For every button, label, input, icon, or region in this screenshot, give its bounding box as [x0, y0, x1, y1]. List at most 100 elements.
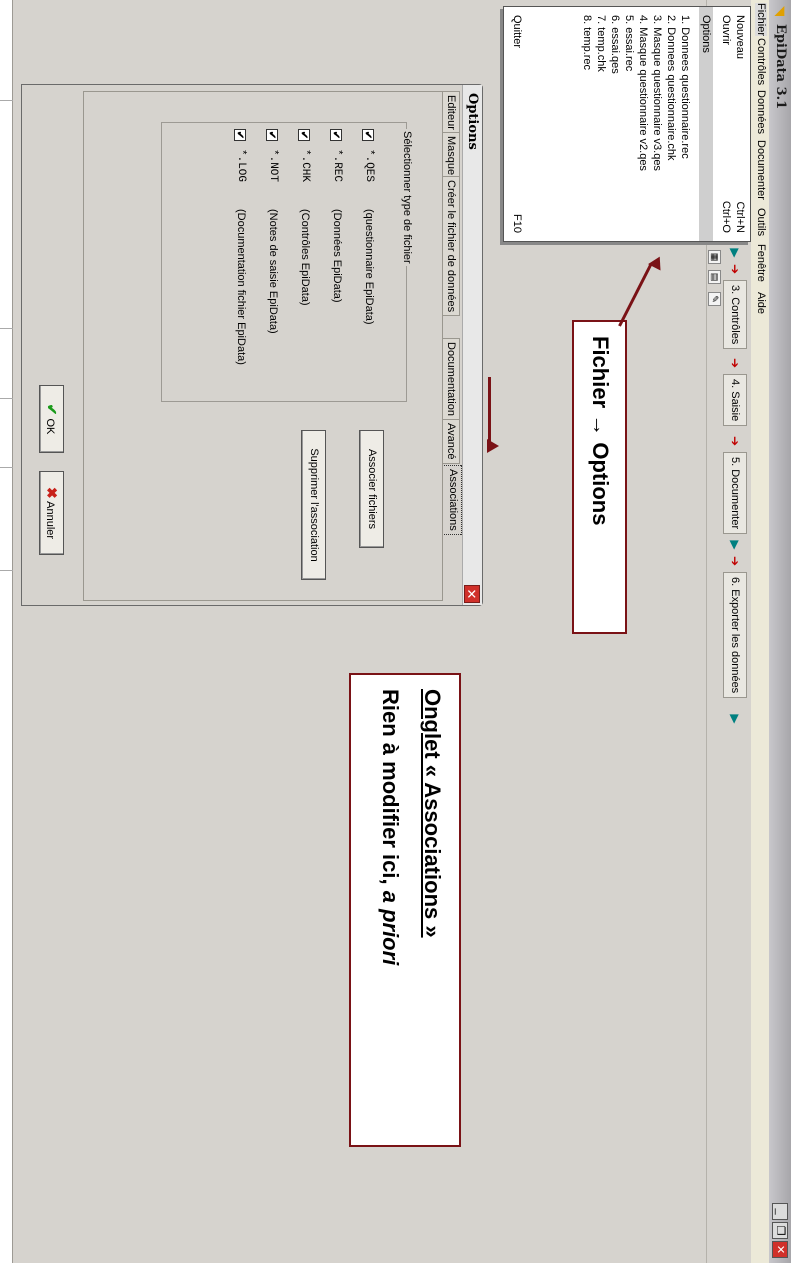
note-text: Rien à modifier ici, a priori: [377, 689, 403, 965]
teal-arrow-icon: ▶: [728, 540, 742, 550]
file-ext-label: *.LOG: [235, 149, 247, 183]
file-menu-dropdown: Nouveau Ctrl+N Ouvrir Ctrl+O Options 1. …: [503, 6, 751, 242]
menu-item-label: Quitter: [511, 15, 523, 49]
file-type-desc: (Documentation fichier EpiData): [235, 209, 247, 365]
dialog-title: Options: [465, 93, 480, 150]
strip-divider: [0, 398, 13, 399]
step-saisie-button[interactable]: 4. Saisie: [723, 374, 747, 427]
menu-item-shortcut: Ctrl+O: [720, 200, 732, 233]
note-heading: Onglet « Associations »: [420, 689, 445, 938]
options-dialog: Options ✕ Editeur Masque Créer le fichie…: [21, 84, 483, 606]
edit-icon[interactable]: ✎: [708, 292, 721, 306]
menu-item-label: Ouvrir: [720, 15, 732, 45]
not-checkbox[interactable]: ✔: [266, 129, 278, 141]
recent-file-item[interactable]: 6. essai.qes: [608, 7, 622, 241]
note-plain: Rien à modifier ici,: [378, 689, 403, 891]
red-arrow-icon: ➔: [728, 357, 742, 369]
file-ext-label: *.NOT: [267, 149, 279, 183]
file-ext-label: *.CHK: [299, 149, 311, 183]
menu-item-nouveau[interactable]: Nouveau Ctrl+N: [733, 7, 747, 241]
recent-file-item[interactable]: 2. Donnees questionnaire.chk: [664, 7, 678, 241]
grid-icon[interactable]: ▦: [708, 250, 721, 264]
tab-associations[interactable]: Associations: [442, 465, 462, 535]
menu-path-text: Fichier → Options: [588, 336, 613, 526]
menu-item-shortcut: F10: [511, 214, 523, 233]
dialog-title-bar: Options ✕: [462, 85, 482, 605]
menu-item-options[interactable]: Options: [699, 7, 713, 241]
recent-file-item[interactable]: 3. Masque questionnaire v3.qes: [650, 7, 664, 241]
menu-outils[interactable]: Outils: [755, 208, 767, 236]
recent-file-item[interactable]: 1. Donnees questionnaire.rec: [678, 7, 692, 241]
dialog-close-button[interactable]: ✕: [464, 585, 480, 603]
remove-association-button[interactable]: Supprimer l'association: [301, 430, 326, 580]
menu-controles[interactable]: Contrôles: [755, 38, 767, 85]
log-checkbox[interactable]: ✔: [234, 129, 246, 141]
document-icon[interactable]: ▤: [708, 270, 721, 284]
red-arrow-icon: ➔: [728, 555, 742, 567]
cancel-button[interactable]: ✖ Annuler: [39, 471, 64, 555]
strip-divider: [0, 570, 13, 571]
app-logo-icon: ◥: [773, 6, 788, 16]
menu-item-label: Nouveau: [734, 15, 746, 60]
strip-divider: [0, 100, 13, 101]
file-ext-label: *.QES: [363, 149, 375, 183]
step-exporter-button[interactable]: 6. Exporter les données: [723, 572, 747, 699]
teal-arrow-icon: ▶: [728, 248, 742, 258]
app-title-bar: ◥ EpiData 3.1 _ ❐ ✕: [769, 0, 791, 1263]
tab-masque[interactable]: Masque: [443, 132, 460, 180]
file-type-desc: (questionnaire EpiData): [363, 209, 375, 325]
red-arrow-icon: ➔: [728, 435, 742, 447]
arrow-line: [618, 262, 653, 327]
red-arrow-icon: ➔: [728, 263, 742, 275]
minimize-button[interactable]: _: [772, 1203, 788, 1220]
file-type-desc: (Données EpiData): [331, 209, 343, 303]
strip-divider: [0, 467, 13, 468]
step-documenter-button[interactable]: 5. Documenter: [723, 452, 747, 535]
recent-file-item[interactable]: 4. Masque questionnaire v2.qes: [636, 7, 650, 241]
ok-button-label: OK: [44, 418, 56, 435]
restore-button[interactable]: ❐: [772, 1222, 788, 1239]
menu-item-quitter[interactable]: Quitter F10: [510, 7, 524, 241]
file-ext-label: *.REC: [331, 149, 343, 183]
file-type-group: Sélectionner type de fichier ✔ *.QES (qu…: [161, 122, 413, 402]
menu-aide[interactable]: Aide: [755, 292, 767, 314]
menu-fichier[interactable]: Fichier: [755, 3, 767, 37]
recent-file-item[interactable]: 7. temp.chk: [594, 7, 608, 241]
menu-documenter[interactable]: Documenter: [755, 140, 767, 200]
tab-creer-fichier[interactable]: Créer le fichier de données: [443, 176, 460, 317]
cross-icon: ✖: [44, 486, 60, 499]
arrow-head-icon: [487, 439, 499, 453]
menu-path-annotation: Fichier → Options: [572, 320, 627, 634]
menu-donnees[interactable]: Données: [755, 90, 767, 134]
associations-panel: Sélectionner type de fichier ✔ *.QES (qu…: [83, 91, 443, 601]
recent-file-item[interactable]: 8. temp.rec: [580, 7, 594, 241]
ok-button[interactable]: ✔ OK: [39, 385, 64, 453]
app-title: EpiData 3.1: [773, 24, 788, 110]
tab-documentation[interactable]: Documentation: [443, 338, 460, 420]
teal-arrow-icon: ▶: [728, 714, 742, 724]
menu-fenetre[interactable]: Fenêtre: [755, 244, 767, 282]
cancel-button-label: Annuler: [44, 501, 56, 540]
recent-file-item[interactable]: 5. essai.rec: [622, 7, 636, 241]
step-controles-button[interactable]: 3. Contrôles: [723, 280, 747, 350]
rec-checkbox[interactable]: ✔: [330, 129, 342, 141]
check-icon: ✔: [44, 403, 60, 416]
chk-checkbox[interactable]: ✔: [298, 129, 310, 141]
screen: ◥ EpiData 3.1 _ ❐ ✕ Fichier Contrôles Do…: [0, 0, 791, 1263]
tab-note-annotation: Onglet « Associations » Rien à modifier …: [349, 673, 461, 1147]
group-label: Sélectionner type de fichier: [401, 129, 413, 266]
menu-item-shortcut: Ctrl+N: [734, 201, 746, 233]
close-button[interactable]: ✕: [772, 1241, 788, 1258]
file-type-desc: (Contrôles EpiData): [299, 209, 311, 306]
file-type-desc: (Notes de saisie EpiData): [267, 209, 279, 334]
menu-bar: Fichier Contrôles Données Documenter Out…: [751, 0, 769, 1263]
note-italic: a priori: [378, 890, 403, 966]
menu-item-label: Options: [700, 15, 712, 53]
status-strip: [0, 0, 13, 1263]
tab-avance[interactable]: Avancé: [443, 419, 460, 464]
qes-checkbox[interactable]: ✔: [362, 129, 374, 141]
associate-files-button[interactable]: Associer fichiers: [359, 430, 384, 548]
menu-item-ouvrir[interactable]: Ouvrir Ctrl+O: [719, 7, 733, 241]
tab-editeur[interactable]: Editeur: [443, 91, 460, 134]
arrow-line: [488, 377, 491, 445]
